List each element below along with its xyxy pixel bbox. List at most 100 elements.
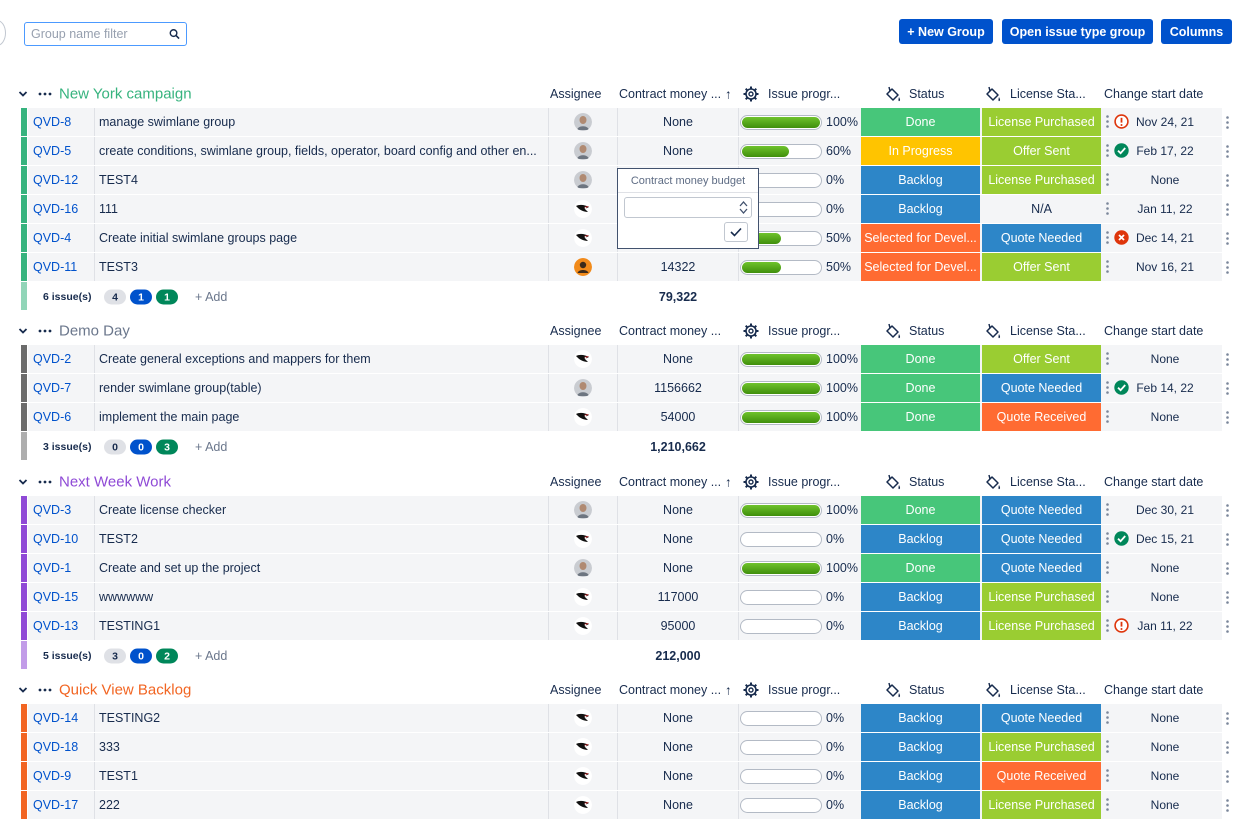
table-row[interactable]: QVD-11 TEST3 14322 50% Selected for Devel...… (0, 253, 1249, 282)
status-badge[interactable]: Selected for Devel... (861, 253, 980, 281)
license-status-badge[interactable]: Quote Needed (982, 496, 1101, 524)
license-status-badge[interactable]: Quote Received (982, 403, 1101, 431)
issue-summary[interactable]: TESTING2 (99, 704, 546, 732)
column-header-issue-progress[interactable]: Issue progr... (768, 324, 840, 338)
chevron-down-icon[interactable] (17, 684, 29, 696)
row-menu-icon[interactable] (1106, 590, 1109, 603)
license-status-badge[interactable]: Quote Needed (982, 525, 1101, 553)
contract-money-input[interactable] (624, 197, 752, 218)
assignee-cell[interactable] (549, 496, 617, 524)
issue-key-link[interactable]: QVD-3 (33, 496, 93, 524)
paint-bucket-icon[interactable] (984, 322, 1002, 340)
change-start-date-value[interactable]: None (1115, 403, 1215, 431)
table-row[interactable]: QVD-14 TESTING2 None 0% Backlog Quote Needed N… (0, 704, 1249, 733)
row-end-menu-icon[interactable] (1226, 116, 1229, 129)
row-end-menu-icon[interactable] (1226, 504, 1229, 517)
assignee-cell[interactable] (549, 166, 617, 194)
column-header-contract-money[interactable]: Contract money ... (619, 683, 721, 697)
table-row[interactable]: QVD-18 333 None 0% Backlog License Purchased N… (0, 733, 1249, 762)
issue-summary[interactable]: implement the main page (99, 403, 546, 431)
add-issue-link[interactable]: + Add (195, 290, 227, 304)
avatar[interactable] (574, 559, 592, 577)
license-status-badge[interactable]: Offer Sent (982, 137, 1101, 165)
columns-button[interactable]: Columns (1161, 19, 1232, 44)
avatar[interactable] (574, 408, 592, 426)
column-header-license-status[interactable]: License Sta... (1010, 475, 1086, 489)
group-name[interactable]: Next Week Work (59, 474, 171, 491)
issue-key-link[interactable]: QVD-10 (33, 525, 93, 553)
change-start-date-value[interactable]: Feb 17, 22 (1132, 137, 1198, 165)
issue-key-link[interactable]: QVD-13 (33, 612, 93, 640)
row-menu-icon[interactable] (1106, 740, 1109, 753)
issue-summary[interactable]: TEST3 (99, 253, 546, 281)
row-end-menu-icon[interactable] (1226, 353, 1229, 366)
assignee-cell[interactable] (549, 525, 617, 553)
status-badge[interactable]: Backlog (861, 733, 980, 761)
change-start-date-value[interactable]: None (1115, 762, 1215, 790)
more-actions-icon[interactable] (38, 92, 52, 96)
gear-icon[interactable] (743, 323, 759, 339)
row-end-menu-icon[interactable] (1226, 712, 1229, 725)
number-spinner-icon[interactable] (739, 200, 748, 215)
chevron-down-icon[interactable] (17, 325, 29, 337)
issue-key-link[interactable]: QVD-1 (33, 554, 93, 582)
add-issue-link[interactable]: + Add (195, 649, 227, 663)
column-header-assignee[interactable]: Assignee (550, 87, 601, 101)
status-badge[interactable]: Done (861, 554, 980, 582)
issue-key-link[interactable]: QVD-9 (33, 762, 93, 790)
status-badge[interactable]: Backlog (861, 525, 980, 553)
row-menu-icon[interactable] (1106, 410, 1109, 423)
table-row[interactable]: QVD-15 wwwwww 117000 0% Backlog License Purch… (0, 583, 1249, 612)
issue-summary[interactable]: render swimlane group(table) (99, 374, 546, 402)
table-row[interactable]: QVD-17 222 None 0% Backlog License Purchased N… (0, 791, 1249, 819)
change-start-date-value[interactable]: Dec 15, 21 (1132, 525, 1198, 553)
license-status-badge[interactable]: Offer Sent (982, 253, 1101, 281)
contract-money-value[interactable]: None (618, 733, 738, 761)
row-menu-icon[interactable] (1106, 144, 1109, 157)
row-menu-icon[interactable] (1106, 711, 1109, 724)
issue-summary[interactable]: Create and set up the project (99, 554, 546, 582)
group-name[interactable]: Quick View Backlog (59, 682, 191, 699)
contract-money-value[interactable]: None (618, 704, 738, 732)
issue-key-link[interactable]: QVD-16 (33, 195, 93, 223)
license-status-badge[interactable]: License Purchased (982, 791, 1101, 819)
row-end-menu-icon[interactable] (1226, 411, 1229, 424)
row-end-menu-icon[interactable] (1226, 174, 1229, 187)
column-header-contract-money[interactable]: Contract money ... (619, 87, 721, 101)
table-row[interactable]: QVD-7 render swimlane group(table) 1156662… (0, 374, 1249, 403)
issue-summary[interactable]: Create license checker (99, 496, 546, 524)
assignee-cell[interactable] (549, 704, 617, 732)
gear-icon[interactable] (743, 682, 759, 698)
avatar[interactable] (574, 113, 592, 131)
license-status-badge[interactable]: Quote Received (982, 762, 1101, 790)
assignee-cell[interactable] (549, 403, 617, 431)
license-status-badge[interactable]: License Purchased (982, 612, 1101, 640)
issue-key-link[interactable]: QVD-15 (33, 583, 93, 611)
row-menu-icon[interactable] (1106, 798, 1109, 811)
table-row[interactable]: QVD-10 TEST2 None 0% Backlog Quote Needed Dec … (0, 525, 1249, 554)
row-menu-icon[interactable] (1106, 561, 1109, 574)
row-end-menu-icon[interactable] (1226, 533, 1229, 546)
table-row[interactable]: QVD-8 manage swimlane group None 100% Done Li… (0, 108, 1249, 137)
license-status-badge[interactable]: Quote Needed (982, 224, 1101, 252)
status-badge[interactable]: Done (861, 496, 980, 524)
issue-summary[interactable]: wwwwww (99, 583, 546, 611)
group-name[interactable]: Demo Day (59, 323, 130, 340)
row-menu-icon[interactable] (1106, 769, 1109, 782)
change-start-date-value[interactable]: Jan 11, 22 (1115, 195, 1215, 223)
row-end-menu-icon[interactable] (1226, 562, 1229, 575)
assignee-cell[interactable] (549, 137, 617, 165)
issue-summary[interactable]: TESTING1 (99, 612, 546, 640)
sort-ascending-icon[interactable]: ↑ (725, 475, 732, 490)
column-header-issue-progress[interactable]: Issue progr... (768, 87, 840, 101)
license-status-badge[interactable]: Offer Sent (982, 345, 1101, 373)
contract-money-value[interactable]: None (618, 108, 738, 136)
issue-summary[interactable]: Create initial swimlane groups page (99, 224, 546, 252)
contract-money-value[interactable]: 117000 (618, 583, 738, 611)
table-row[interactable]: QVD-2 Create general exceptions and mappe… (0, 345, 1249, 374)
table-row[interactable]: QVD-3 Create license checker None 100% Done Q… (0, 496, 1249, 525)
license-status-badge[interactable]: License Purchased (982, 166, 1101, 194)
sort-ascending-icon[interactable]: ↑ (725, 683, 732, 698)
assignee-cell[interactable] (549, 374, 617, 402)
change-start-date-value[interactable]: None (1115, 733, 1215, 761)
